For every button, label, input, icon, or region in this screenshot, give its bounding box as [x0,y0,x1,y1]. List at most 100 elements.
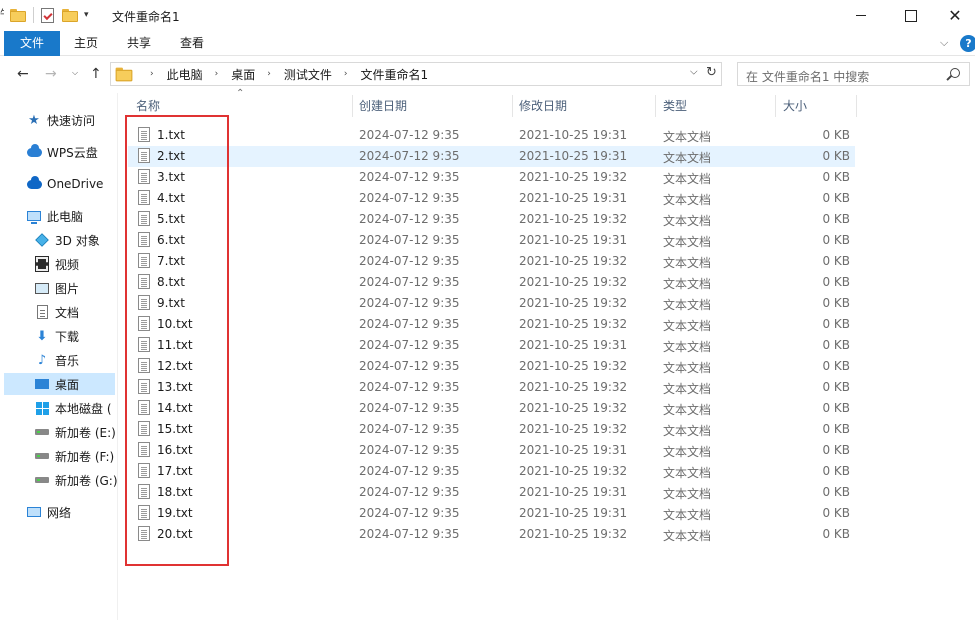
column-divider[interactable] [352,95,353,117]
recent-locations-icon[interactable]: ⌵ [72,68,78,78]
table-row[interactable]: 9.txt 2024-07-12 9:35 2021-10-25 19:32 文本文档… [128,293,855,314]
maximize-button[interactable] [888,0,934,31]
tab-view[interactable]: 查看 [172,31,212,56]
modified-date: 2021-10-25 19:31 [519,338,628,352]
file-name[interactable]: 11.txt [157,338,193,352]
file-name[interactable]: 19.txt [157,506,193,520]
file-name[interactable]: 15.txt [157,422,193,436]
table-row[interactable]: 15.txt 2024-07-12 9:35 2021-10-25 19:32 文本文… [128,419,855,440]
table-row[interactable]: 7.txt 2024-07-12 9:35 2021-10-25 19:32 文本文档… [128,251,855,272]
table-row[interactable]: 13.txt 2024-07-12 9:35 2021-10-25 19:32 文本文… [128,377,855,398]
close-button[interactable]: ✕ [932,0,975,31]
file-name[interactable]: 6.txt [157,233,185,247]
file-name[interactable]: 12.txt [157,359,193,373]
sidebar-item-videos[interactable]: 视频 [34,253,79,275]
modified-date: 2021-10-25 19:32 [519,380,628,394]
properties-icon[interactable] [41,7,54,23]
table-row[interactable]: 19.txt 2024-07-12 9:35 2021-10-25 19:31 文本文… [128,503,855,524]
column-divider[interactable] [775,95,776,117]
table-row[interactable]: 14.txt 2024-07-12 9:35 2021-10-25 19:32 文本文… [128,398,855,419]
column-divider[interactable] [512,95,513,117]
breadcrumb-this-pc[interactable]: 此电脑 [167,66,203,83]
sidebar-item-drive-f[interactable]: 新加卷 (F:) [34,445,114,467]
file-name[interactable]: 5.txt [157,212,185,226]
customize-toolbar-dropdown[interactable]: ▾ [84,10,89,20]
file-name[interactable]: 3.txt [157,170,185,184]
file-name[interactable]: 1.txt [157,128,185,142]
chevron-right-icon[interactable]: › [215,69,219,79]
file-name[interactable]: 8.txt [157,275,185,289]
chevron-right-icon[interactable]: › [267,69,271,79]
sidebar-item-drive-e[interactable]: 新加卷 (E:) [34,421,116,443]
file-name[interactable]: 9.txt [157,296,185,310]
table-row[interactable]: 17.txt 2024-07-12 9:35 2021-10-25 19:32 文本文… [128,461,855,482]
refresh-button[interactable]: ↻ [706,65,722,80]
table-row[interactable]: 2.txt 2024-07-12 9:35 2021-10-25 19:31 文本文档… [128,146,855,167]
sidebar-item-downloads[interactable]: ⬇ 下载 [34,325,79,347]
tab-file[interactable]: 文件 [4,31,60,56]
forward-button[interactable]: → [45,66,57,82]
back-button[interactable]: ← [17,66,29,82]
file-name[interactable]: 10.txt [157,317,193,331]
table-row[interactable]: 12.txt 2024-07-12 9:35 2021-10-25 19:32 文本文… [128,356,855,377]
sidebar-item-music[interactable]: ♪ 音乐 [34,349,79,371]
table-row[interactable]: 11.txt 2024-07-12 9:35 2021-10-25 19:31 文本文… [128,335,855,356]
table-row[interactable]: 18.txt 2024-07-12 9:35 2021-10-25 19:31 文本文… [128,482,855,503]
table-row[interactable]: 4.txt 2024-07-12 9:35 2021-10-25 19:31 文本文档… [128,188,855,209]
expand-ribbon-icon[interactable]: ⌵ [940,36,948,50]
column-header-created[interactable]: 创建日期 [359,93,407,119]
sidebar-item-desktop[interactable]: 桌面 [4,373,115,395]
column-header-type[interactable]: 类型 [663,93,687,119]
sidebar-item-wps-cloud[interactable]: WPS云盘 [26,141,98,163]
sidebar-item-this-pc[interactable]: 此电脑 [26,205,83,227]
sidebar-item-onedrive[interactable]: OneDrive [26,173,103,195]
file-name[interactable]: 18.txt [157,485,193,499]
sidebar-item-3d-objects[interactable]: 3D 对象 [34,229,100,251]
sidebar-item-network[interactable]: 网络 [26,501,71,523]
folder-icon [10,8,26,22]
new-folder-icon[interactable] [62,8,78,22]
sidebar-item-pictures[interactable]: 图片 [34,277,79,299]
tab-home[interactable]: 主页 [66,31,106,56]
column-divider[interactable] [856,95,857,117]
column-header-name[interactable]: 名称 [136,93,160,119]
file-name[interactable]: 2.txt [157,149,185,163]
table-row[interactable]: 6.txt 2024-07-12 9:35 2021-10-25 19:31 文本文档… [128,230,855,251]
file-name[interactable]: 17.txt [157,464,193,478]
sidebar-item-documents[interactable]: 文档 [34,301,79,323]
address-bar[interactable]: › 此电脑 › 桌面 › 测试文件 › 文件重命名1 [110,62,722,86]
search-icon[interactable] [950,68,960,78]
breadcrumb-current-folder[interactable]: 文件重命名1 [360,66,428,83]
table-row[interactable]: 8.txt 2024-07-12 9:35 2021-10-25 19:32 文本文档… [128,272,855,293]
table-row[interactable]: 10.txt 2024-07-12 9:35 2021-10-25 19:32 文本文… [128,314,855,335]
sidebar-item-local-disk[interactable]: 本地磁盘 ( [34,397,112,419]
breadcrumb-test-files[interactable]: 测试文件 [284,66,332,83]
chevron-right-icon[interactable]: › [344,69,348,79]
sidebar-item-drive-g[interactable]: 新加卷 (G:) [34,469,117,491]
column-header-modified[interactable]: 修改日期 [519,93,567,119]
table-row[interactable]: 5.txt 2024-07-12 9:35 2021-10-25 19:32 文本文档… [128,209,855,230]
created-date: 2024-07-12 9:35 [359,380,460,394]
column-divider[interactable] [655,95,656,117]
file-name[interactable]: 13.txt [157,380,193,394]
file-name[interactable]: 20.txt [157,527,193,541]
file-name[interactable]: 14.txt [157,401,193,415]
column-header-size[interactable]: 大小 [783,93,807,119]
breadcrumb-desktop[interactable]: 桌面 [231,66,255,83]
search-input[interactable]: 在 文件重命名1 中搜索 [737,62,970,86]
table-row[interactable]: 16.txt 2024-07-12 9:35 2021-10-25 19:31 文本文… [128,440,855,461]
help-icon[interactable]: ? [960,35,975,52]
chevron-right-icon[interactable]: › [150,69,154,79]
up-button[interactable]: ↑ [90,66,102,82]
sidebar-item-quick-access[interactable]: ★ 快速访问 [26,109,95,131]
file-name[interactable]: 7.txt [157,254,185,268]
file-name[interactable]: 16.txt [157,443,193,457]
table-row[interactable]: 3.txt 2024-07-12 9:35 2021-10-25 19:32 文本文档… [128,167,855,188]
sidebar-item-label: 文档 [55,305,80,320]
table-row[interactable]: 1.txt 2024-07-12 9:35 2021-10-25 19:31 文本文档… [128,125,855,146]
file-name[interactable]: 4.txt [157,191,185,205]
address-dropdown-icon[interactable]: ⌵ [690,67,698,78]
tab-share[interactable]: 共享 [119,31,159,56]
minimize-button[interactable] [838,0,884,31]
table-row[interactable]: 20.txt 2024-07-12 9:35 2021-10-25 19:32 文本文… [128,524,855,545]
